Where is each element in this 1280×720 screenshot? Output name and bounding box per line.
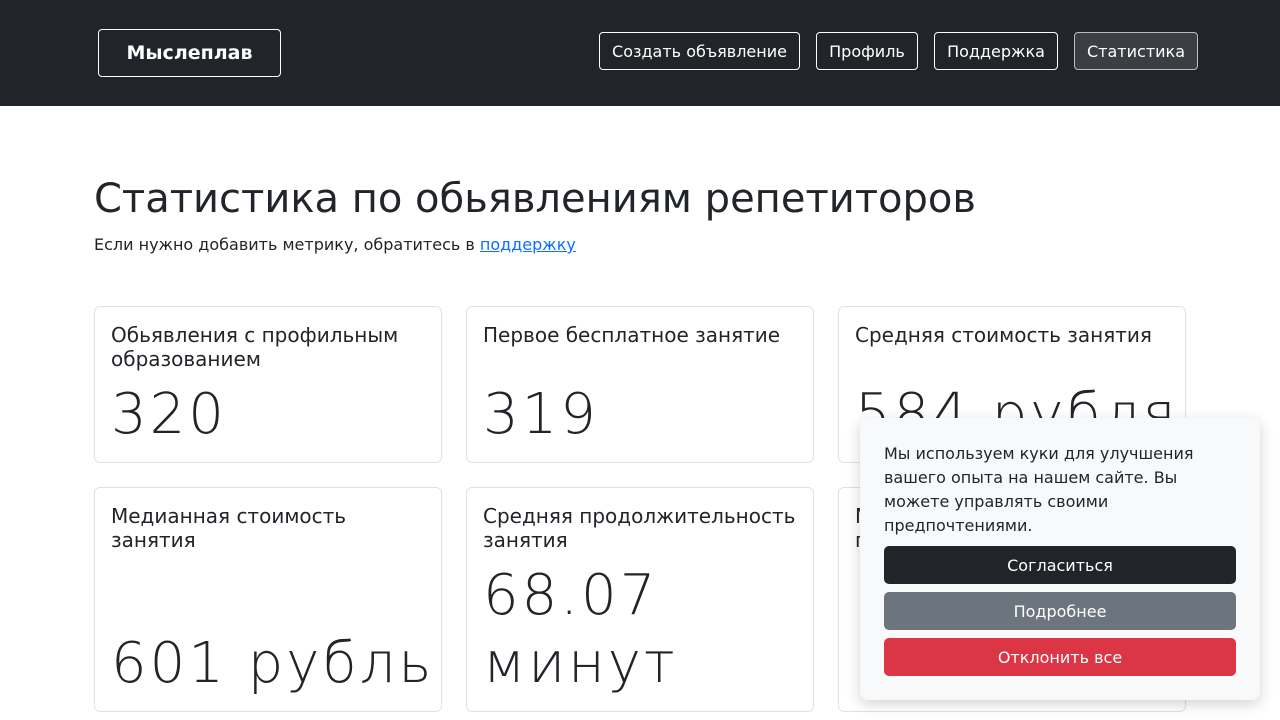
cookie-details-button[interactable]: Подробнее <box>884 592 1236 630</box>
stat-card-free-first-lesson: Первое бесплатное занятие 319 <box>466 306 814 463</box>
card-title: Обьявления с профильным образованием <box>111 323 399 371</box>
page-title: Статистика по обьявлениям репетиторов <box>94 176 976 222</box>
cookie-accept-button[interactable]: Согласиться <box>884 546 1236 584</box>
cookie-reject-button[interactable]: Отклонить все <box>884 638 1236 676</box>
page-subtitle: Если нужно добавить метрику, обратитесь … <box>94 235 576 254</box>
stat-card-median-price: Медианная стоимость занятия 601 рубль <box>94 487 442 712</box>
navbar: Мыслеплав Создать объявление Профиль Под… <box>0 0 1280 106</box>
card-value-unit: минут <box>483 631 678 696</box>
card-value: 601 рубль <box>111 631 435 696</box>
card-title: Медианная стоимость занятия <box>111 504 347 552</box>
support-link[interactable]: поддержку <box>480 235 576 254</box>
stat-card-profile-education: Обьявления с профильным образованием 320 <box>94 306 442 463</box>
subtitle-text: Если нужно добавить метрику, обратитесь … <box>94 235 480 254</box>
card-title: Первое бесплатное занятие <box>483 323 781 347</box>
card-value: 320 <box>111 382 227 447</box>
nav-profile-button[interactable]: Профиль <box>816 32 918 70</box>
cookie-message: Мы используем куки для улучшения вашего … <box>884 444 1194 535</box>
card-title: Средняя стоимость занятия <box>855 323 1152 347</box>
nav-create-listing-button[interactable]: Создать объявление <box>599 32 800 70</box>
cookie-banner: Мы используем куки для улучшения вашего … <box>860 418 1260 700</box>
nav-statistics-button[interactable]: Статистика <box>1074 32 1198 70</box>
brand-logo[interactable]: Мыслеплав <box>98 29 281 77</box>
card-value: 319 <box>483 382 599 447</box>
card-title: Средняя продолжительность занятия <box>483 504 796 552</box>
nav-support-button[interactable]: Поддержка <box>934 32 1058 70</box>
stat-card-average-duration: Средняя продолжительность занятия 68.07 … <box>466 487 814 712</box>
card-value-number: 68.07 <box>483 563 659 628</box>
